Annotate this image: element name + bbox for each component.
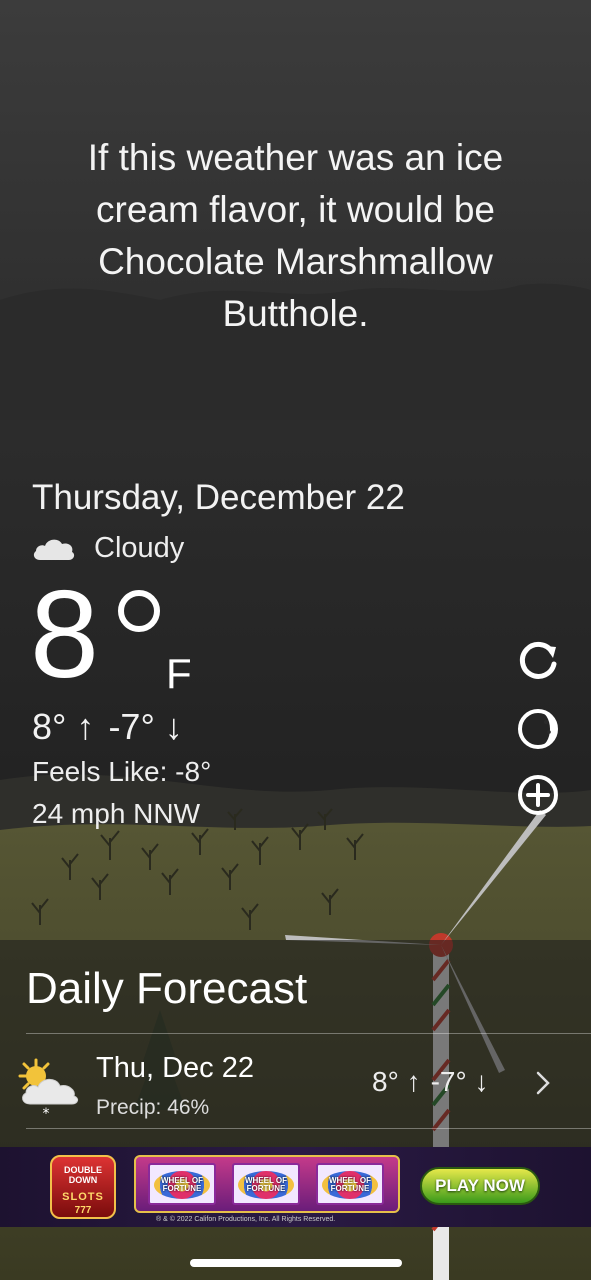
cloud-icon <box>33 539 75 560</box>
home-indicator[interactable] <box>190 1259 402 1267</box>
feels-like: Feels Like: -8° <box>32 756 212 787</box>
add-location-button[interactable] <box>515 772 561 818</box>
high-temp: 8° <box>32 706 67 747</box>
forecast-high-group: 8° ↑ <box>372 1066 421 1098</box>
current-date: Thursday, December 22 <box>32 478 405 517</box>
condition-row: Cloudy <box>32 528 184 568</box>
forecast-day: Thu, Dec 22 <box>96 1052 254 1084</box>
forecast-low-group: -7° ↓ <box>431 1066 489 1098</box>
ad-reel-label: WHEEL OF FORTUNE <box>244 1176 288 1193</box>
wind-speed: 24 mph NNW <box>32 798 201 829</box>
forecast-row[interactable]: * Thu, Dec 22 Precip: 46% 8° ↑ -7° ↓ <box>0 1040 591 1130</box>
forecast-title: Daily Forecast <box>26 964 308 1013</box>
high-low: 8° ↑ -7° ↓ <box>32 706 183 748</box>
arrow-down-icon: ↓ <box>474 1066 489 1097</box>
ad-reel-label: WHEEL OF FORTUNE <box>328 1176 372 1193</box>
degree-symbol <box>118 590 160 632</box>
forecast-high: 8° <box>372 1066 399 1097</box>
temperature-unit: F <box>166 650 192 697</box>
arrow-down-icon: ↓ <box>164 706 183 747</box>
current-temperature: 8 <box>30 566 99 704</box>
forecast-divider-bottom <box>26 1128 591 1129</box>
chevron-right-icon <box>536 1071 550 1095</box>
ad-logo-line2: SLOTS <box>62 1191 104 1203</box>
ad-reel-label: WHEEL OF FORTUNE <box>160 1176 204 1193</box>
weather-quip: If this weather was an ice cream flavor,… <box>87 137 504 334</box>
refresh-button[interactable] <box>515 638 561 684</box>
ad-slot-reels: WHEEL OF FORTUNE WHEEL OF FORTUNE WHEEL … <box>134 1155 400 1213</box>
low-temp-group: -7° ↓ <box>108 706 182 748</box>
moon-phase-button[interactable] <box>515 706 561 752</box>
low-temp: -7° <box>108 706 155 747</box>
plus-circle-icon <box>518 775 558 815</box>
ad-legal-text: ® & © 2022 Califon Productions, Inc. All… <box>156 1216 336 1223</box>
svg-text:*: * <box>43 1106 50 1120</box>
ad-logo-line3: 777 <box>74 1205 92 1216</box>
condition-label: Cloudy <box>94 531 185 564</box>
ad-banner[interactable]: DOUBLE DOWN SLOTS 777 WHEEL OF FORTUNE W… <box>0 1147 591 1227</box>
forecast-divider-top <box>26 1033 591 1034</box>
ad-reel: WHEEL OF FORTUNE <box>232 1163 300 1205</box>
arrow-up-icon: ↑ <box>76 706 95 747</box>
high-temp-group: 8° ↑ <box>32 706 94 748</box>
ad-reel: WHEEL OF FORTUNE <box>316 1163 384 1205</box>
ad-logo-line1: DOUBLE DOWN <box>64 1165 102 1185</box>
moon-icon <box>518 709 558 749</box>
forecast-high-low: 8° ↑ -7° ↓ <box>372 1066 488 1098</box>
forecast-precip: Precip: 46% <box>96 1096 210 1119</box>
forecast-low: -7° <box>430 1066 467 1097</box>
partly-cloudy-snow-icon: * <box>18 1058 79 1120</box>
ad-play-now-button[interactable]: PLAY NOW <box>420 1167 540 1205</box>
ad-reel: WHEEL OF FORTUNE <box>148 1163 216 1205</box>
arrow-up-icon: ↑ <box>406 1066 421 1097</box>
ad-app-logo: DOUBLE DOWN SLOTS 777 <box>50 1155 116 1219</box>
